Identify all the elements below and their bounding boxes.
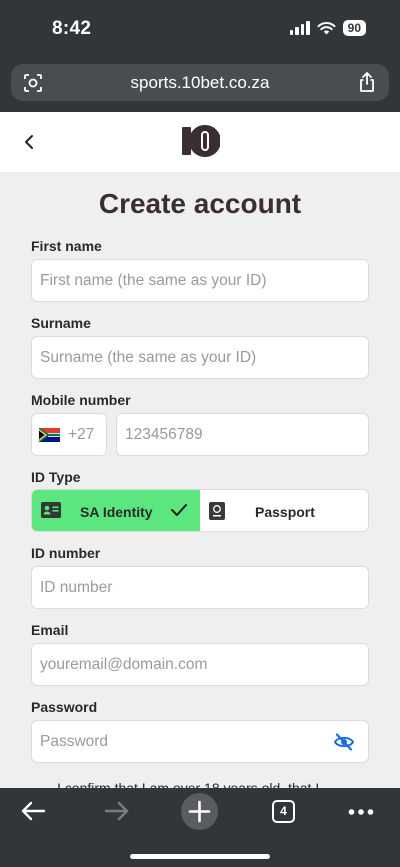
id-number-field[interactable]	[31, 566, 369, 609]
id-type-label: ID Type	[31, 469, 81, 485]
first-name-field[interactable]	[31, 259, 369, 302]
passport-label: Passport	[255, 504, 315, 520]
id-type-toggle: SA Identity Passport	[31, 489, 369, 532]
email-label: Email	[31, 622, 69, 638]
home-indicator	[130, 854, 270, 859]
wifi-icon	[317, 22, 336, 35]
forward-arrow-icon[interactable]	[104, 800, 130, 822]
tab-switcher-button[interactable]: 4	[272, 800, 295, 823]
browser-toolbar: 4	[0, 788, 400, 867]
url-text[interactable]: sports.10bet.co.za	[11, 73, 389, 93]
first-name-label: First name	[31, 238, 102, 254]
password-label: Password	[31, 699, 98, 715]
share-icon[interactable]	[357, 71, 377, 93]
password-input[interactable]	[32, 721, 322, 762]
mobile-number-field[interactable]	[116, 413, 369, 456]
address-bar[interactable]: sports.10bet.co.za	[11, 64, 389, 101]
id-number-input[interactable]	[32, 567, 368, 608]
mobile-number-input[interactable]	[117, 414, 368, 455]
back-chevron-icon[interactable]	[20, 130, 40, 154]
plus-icon	[188, 800, 211, 823]
status-icons: 90	[289, 20, 366, 36]
id-type-sa-identity-option[interactable]: SA Identity	[32, 490, 200, 531]
password-field[interactable]	[31, 720, 369, 763]
surname-field[interactable]	[31, 336, 369, 379]
status-bar: 8:42 90	[0, 0, 400, 58]
country-code-selector[interactable]: +27	[31, 413, 107, 456]
first-name-input[interactable]	[32, 260, 368, 301]
age-confirmation-text: I confirm that I am over 18 years old, t…	[57, 780, 320, 788]
id-type-passport-option[interactable]: Passport	[200, 490, 368, 531]
id-number-label: ID number	[31, 545, 101, 561]
check-icon	[171, 504, 187, 516]
email-field[interactable]	[31, 643, 369, 686]
status-time: 8:42	[52, 18, 92, 39]
cellular-signal-icon	[289, 21, 310, 35]
passport-icon	[209, 502, 225, 520]
10bet-logo	[182, 125, 220, 157]
email-input[interactable]	[32, 644, 368, 685]
surname-input[interactable]	[32, 337, 368, 378]
web-page: Create account First name Surname Mobile…	[0, 112, 400, 788]
battery-indicator: 90	[342, 20, 366, 36]
id-card-icon	[41, 502, 61, 518]
sa-identity-label: SA Identity	[80, 504, 153, 520]
hide-password-eye-icon[interactable]	[334, 733, 354, 751]
south-africa-flag-icon	[39, 427, 60, 442]
site-header	[0, 112, 400, 172]
back-arrow-icon[interactable]	[20, 800, 46, 822]
surname-label: Surname	[31, 315, 91, 331]
more-options-icon[interactable]	[348, 808, 374, 816]
country-code: +27	[68, 425, 95, 443]
new-tab-button[interactable]	[181, 793, 218, 830]
mobile-number-label: Mobile number	[31, 392, 131, 408]
page-title: Create account	[98, 188, 302, 219]
